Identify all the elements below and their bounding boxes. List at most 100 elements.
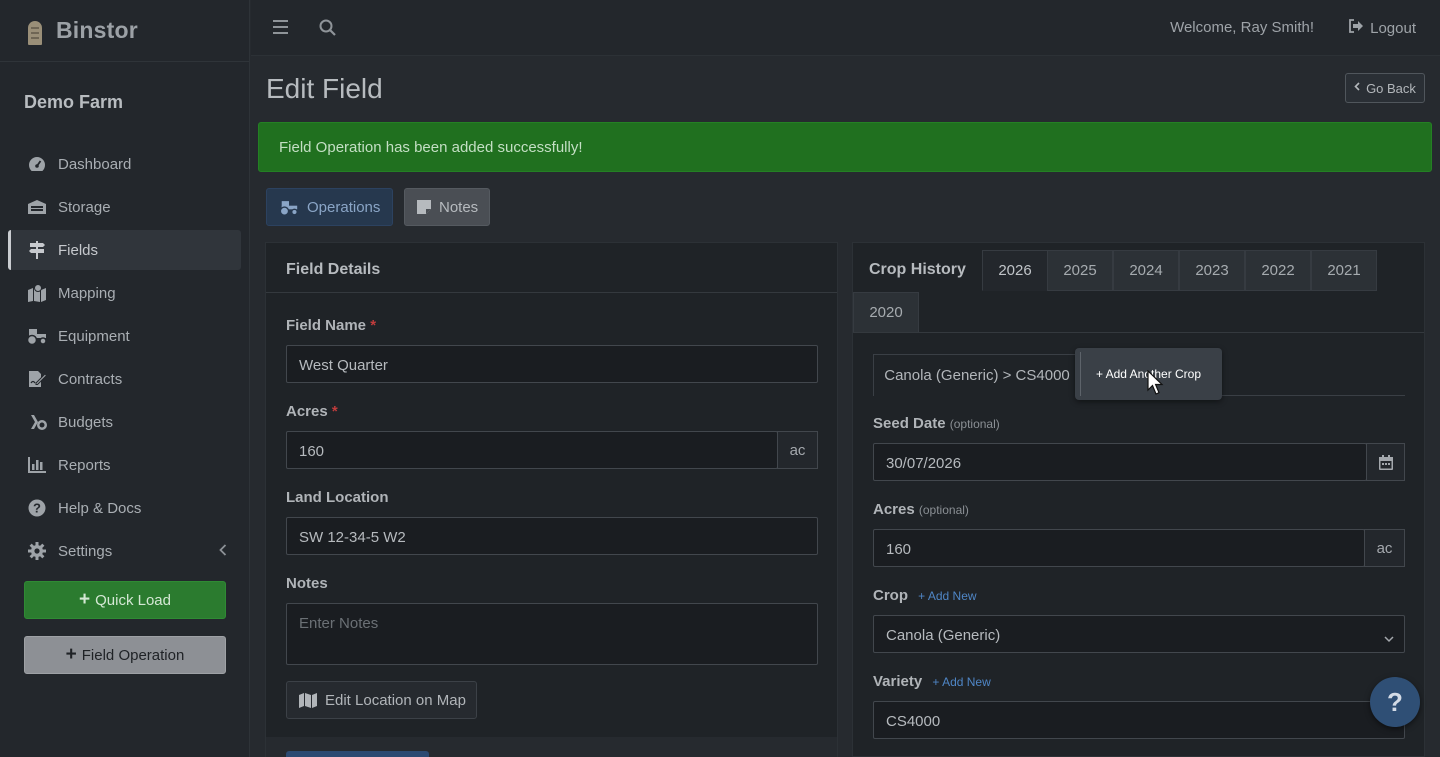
quick-load-button[interactable]: + Quick Load xyxy=(24,581,226,619)
tab-year-2025[interactable]: 2025 xyxy=(1047,250,1113,291)
success-alert: Field Operation has been added successfu… xyxy=(258,122,1432,172)
brand[interactable]: Binstor xyxy=(0,0,249,62)
chevron-left-icon xyxy=(1354,82,1360,94)
tab-crop-canola[interactable]: Canola (Generic) > CS4000 xyxy=(873,354,1081,396)
mouse-cursor-icon xyxy=(1147,369,1165,401)
save-button[interactable] xyxy=(286,751,429,757)
quick-load-label: Quick Load xyxy=(95,591,171,609)
map-icon xyxy=(299,692,317,708)
help-fab-button[interactable]: ? xyxy=(1370,677,1420,727)
sidebar-item-help-docs[interactable]: ? Help & Docs xyxy=(8,488,241,528)
tab-year-2020[interactable]: 2020 xyxy=(853,292,919,333)
crop-acres-label: Acres (optional) xyxy=(873,501,969,518)
sidebar-item-label: Settings xyxy=(58,542,113,560)
calendar-icon xyxy=(1378,454,1393,470)
sidebar-item-label: Equipment xyxy=(58,327,130,345)
sidebar-item-label: Dashboard xyxy=(58,155,132,173)
crop-select[interactable]: Canola (Generic) xyxy=(873,615,1405,653)
brand-name: Binstor xyxy=(56,17,138,43)
crop-history-card: Crop History 2026 2025 2024 2023 2022 20… xyxy=(852,242,1425,757)
sidebar-item-contracts[interactable]: Contracts xyxy=(8,359,241,399)
sidebar-item-label: Fields xyxy=(58,241,99,259)
search-icon[interactable] xyxy=(319,19,336,36)
acres-input[interactable]: 160 xyxy=(286,431,778,469)
map-marker-icon xyxy=(26,284,48,302)
plus-icon: + xyxy=(79,589,91,610)
calendar-button[interactable] xyxy=(1366,443,1405,481)
crop-acres-unit-addon: ac xyxy=(1364,529,1405,567)
field-name-label-text: Field Name xyxy=(286,317,367,334)
tab-year-2024[interactable]: 2024 xyxy=(1113,250,1179,291)
tab-operations-label: Operations xyxy=(307,198,381,216)
plus-icon: + xyxy=(65,644,77,665)
crop-label-text: Crop xyxy=(873,587,908,604)
crop-acres-label-text: Acres xyxy=(873,501,915,518)
sidebar-item-reports[interactable]: Reports xyxy=(8,445,241,485)
bar-chart-icon xyxy=(26,456,48,474)
sticky-note-icon xyxy=(417,200,431,214)
sidebar-item-fields[interactable]: Fields xyxy=(8,230,241,270)
sidebar-item-label: Contracts xyxy=(58,370,123,388)
field-operation-button[interactable]: + Field Operation xyxy=(24,636,226,674)
sidebar-item-settings[interactable]: Settings xyxy=(8,531,241,571)
tab-year-2026[interactable]: 2026 xyxy=(982,250,1048,291)
required-mark: * xyxy=(370,317,377,334)
field-name-label: Field Name * xyxy=(286,317,376,334)
field-details-card: Field Details Field Name * West Quarter … xyxy=(265,242,838,757)
gauge-icon xyxy=(26,155,48,173)
crop-acres-input[interactable]: 160 xyxy=(873,529,1365,567)
logout-label: Logout xyxy=(1370,19,1416,37)
tab-year-2023[interactable]: 2023 xyxy=(1179,250,1245,291)
sidebar-item-label: Budgets xyxy=(58,413,114,431)
acres-unit-addon: ac xyxy=(777,431,818,469)
signpost-icon xyxy=(26,241,48,259)
sidebar-item-label: Help & Docs xyxy=(58,499,142,517)
notes-textarea[interactable]: Enter Notes xyxy=(286,603,818,665)
edit-location-map-button[interactable]: Edit Location on Map xyxy=(286,681,477,719)
tractor-icon xyxy=(279,199,299,216)
tab-year-2022[interactable]: 2022 xyxy=(1245,250,1311,291)
sidebar-item-dashboard[interactable]: Dashboard xyxy=(8,144,241,184)
add-new-crop-link[interactable]: + Add New xyxy=(918,589,976,603)
tab-year-2021[interactable]: 2021 xyxy=(1311,250,1377,291)
sidebar-item-mapping[interactable]: Mapping xyxy=(8,273,241,313)
seed-date-input[interactable]: 30/07/2026 xyxy=(873,443,1367,481)
go-back-button[interactable]: Go Back xyxy=(1345,73,1425,103)
tab-notes[interactable]: Notes xyxy=(404,188,490,226)
sidebar-item-budgets[interactable]: Budgets xyxy=(8,402,241,442)
tab-operations[interactable]: Operations xyxy=(266,188,393,226)
field-name-input[interactable]: West Quarter xyxy=(286,345,818,383)
warehouse-icon xyxy=(26,198,48,216)
crop-select-value: Canola (Generic) xyxy=(886,627,1001,644)
silo-logo-icon xyxy=(22,17,48,45)
notes-label: Notes xyxy=(286,575,328,592)
coins-icon xyxy=(26,413,48,431)
required-mark: * xyxy=(331,403,338,420)
optional-hint: (optional) xyxy=(949,417,1000,431)
go-back-label: Go Back xyxy=(1366,80,1416,96)
chevron-left-icon xyxy=(219,543,227,559)
sidebar-item-storage[interactable]: Storage xyxy=(8,187,241,227)
acres-label-text: Acres xyxy=(286,403,328,420)
question-circle-icon: ? xyxy=(26,499,48,517)
sidebar-item-label: Mapping xyxy=(58,284,116,302)
sidebar-item-label: Reports xyxy=(58,456,111,474)
acres-label: Acres * xyxy=(286,403,338,420)
land-location-input[interactable]: SW 12-34-5 W2 xyxy=(286,517,818,555)
edit-location-map-label: Edit Location on Map xyxy=(325,691,466,709)
sidebar-item-label: Storage xyxy=(58,198,111,216)
hamburger-menu-icon[interactable] xyxy=(273,20,288,34)
tractor-icon xyxy=(26,327,48,345)
sidebar-item-equipment[interactable]: Equipment xyxy=(8,316,241,356)
question-icon: ? xyxy=(1387,686,1403,717)
seed-date-label-text: Seed Date xyxy=(873,415,946,432)
add-new-variety-link[interactable]: + Add New xyxy=(932,675,990,689)
welcome-text: Welcome, Ray Smith! xyxy=(1170,19,1314,36)
logout-button[interactable]: Logout xyxy=(1348,19,1416,37)
variety-label-text: Variety xyxy=(873,673,923,690)
file-signature-icon xyxy=(26,370,48,388)
seed-date-label: Seed Date (optional) xyxy=(873,415,1000,432)
svg-text:?: ? xyxy=(33,501,41,516)
optional-hint: (optional) xyxy=(918,503,969,517)
variety-input[interactable]: CS4000 xyxy=(873,701,1405,739)
